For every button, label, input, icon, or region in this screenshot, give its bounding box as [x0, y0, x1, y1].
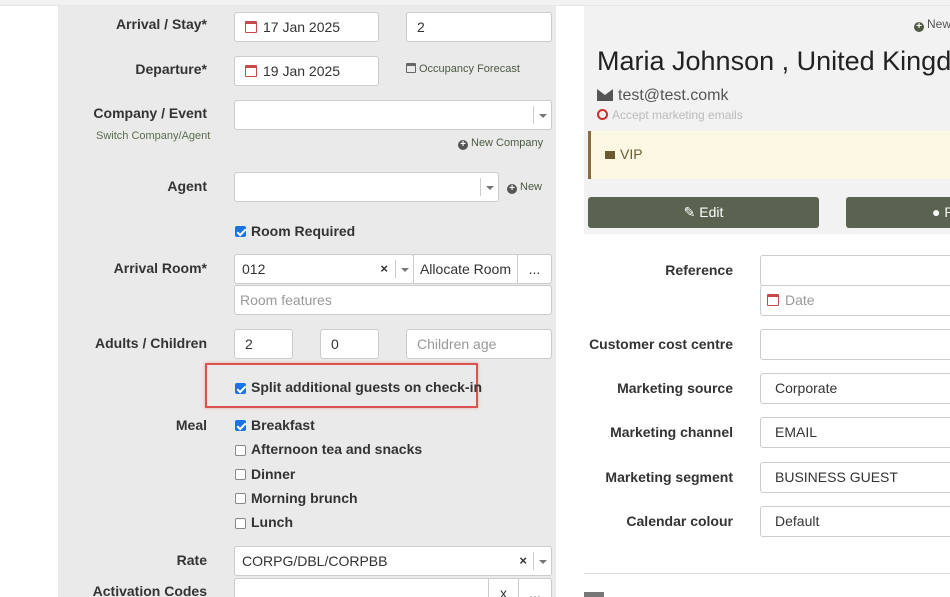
- guest-panel: + New Maria Johnson , United Kingd test@t…: [584, 6, 950, 597]
- clear-icon[interactable]: ×: [380, 255, 388, 283]
- arrival-room-label: Arrival Room*: [113, 260, 207, 276]
- chevron-down-icon: [533, 552, 551, 570]
- cost-centre-input[interactable]: [760, 329, 950, 360]
- edit-guest-button[interactable]: ✎ Edit: [588, 197, 819, 228]
- chevron-down-icon: [480, 178, 498, 196]
- split-guests-label: Split additional guests on check-in: [251, 379, 483, 395]
- ban-icon: [597, 109, 608, 120]
- meal-afternoon-tea-label: Afternoon tea and snacks: [251, 441, 423, 457]
- section-divider: [584, 573, 950, 574]
- pencil-icon: ✎: [683, 204, 696, 220]
- marketing-channel-label: Marketing channel: [610, 424, 733, 440]
- children-age-input[interactable]: Children age: [406, 329, 552, 359]
- calendar-icon: [767, 294, 779, 306]
- meal-lunch-label: Lunch: [251, 514, 293, 530]
- booking-form-panel: Arrival / Stay* 17 Jan 2025 2 Departure*…: [58, 6, 556, 597]
- calendar-colour-label: Calendar colour: [626, 513, 733, 529]
- marketing-source-select[interactable]: Corporate: [760, 373, 950, 404]
- plus-circle-icon: +: [914, 22, 924, 32]
- calendar-icon: [245, 21, 257, 33]
- activation-more-button[interactable]: ...: [518, 578, 552, 597]
- meal-afternoon-tea-checkbox[interactable]: [235, 445, 246, 456]
- adults-children-label: Adults / Children: [95, 335, 207, 351]
- new-agent-link[interactable]: + New: [507, 181, 542, 194]
- arrival-label: Arrival / Stay*: [115, 16, 207, 32]
- marketing-channel-select[interactable]: EMAIL: [760, 417, 950, 448]
- activation-codes-label: Activation Codes: [92, 583, 207, 597]
- marketing-segment-select[interactable]: BUSINESS GUEST: [760, 462, 950, 493]
- clear-icon[interactable]: ×: [519, 547, 527, 575]
- section-icon: [584, 592, 604, 597]
- accept-marketing-status: Accept marketing emails: [597, 108, 743, 122]
- activation-clear-button[interactable]: x: [488, 578, 519, 597]
- meal-breakfast-label: Breakfast: [251, 417, 315, 433]
- marketing-source-label: Marketing source: [617, 380, 733, 396]
- meal-breakfast-checkbox[interactable]: [235, 420, 246, 431]
- rate-label: Rate: [176, 552, 207, 568]
- meal-brunch-checkbox[interactable]: [235, 493, 246, 504]
- meal-dinner-label: Dinner: [251, 466, 296, 482]
- reference-input[interactable]: [760, 255, 950, 286]
- profile-button[interactable]: ● P: [846, 197, 950, 228]
- calendar-icon: [245, 65, 257, 77]
- calendar-colour-select[interactable]: Default: [760, 506, 950, 537]
- reference-date-input[interactable]: Date: [760, 285, 950, 316]
- rate-select[interactable]: CORPG/DBL/CORPBB ×: [234, 546, 552, 576]
- chevron-down-icon: [533, 106, 551, 124]
- guest-name: Maria Johnson , United Kingd: [597, 46, 950, 76]
- meal-lunch-checkbox[interactable]: [235, 518, 246, 529]
- agent-select[interactable]: [234, 172, 499, 202]
- split-guests-checkbox[interactable]: [235, 383, 246, 394]
- guest-email[interactable]: test@test.comk: [597, 87, 729, 105]
- room-required-checkbox[interactable]: [235, 226, 246, 237]
- flag-icon: [605, 151, 615, 159]
- new-guest-link[interactable]: + New: [914, 17, 950, 32]
- room-more-button[interactable]: ...: [517, 254, 552, 284]
- reference-label: Reference: [665, 262, 733, 278]
- guest-header: + New Maria Johnson , United Kingd test@t…: [584, 6, 950, 234]
- company-label: Company / Event: [93, 105, 207, 121]
- vip-label: VIP: [605, 146, 643, 162]
- activation-codes-input[interactable]: [234, 578, 489, 597]
- room-features-input[interactable]: Room features: [234, 285, 552, 315]
- meal-label: Meal: [175, 417, 207, 433]
- company-select[interactable]: [234, 100, 552, 130]
- stay-nights-input[interactable]: 2: [406, 12, 552, 42]
- switch-company-link[interactable]: Switch Company/Agent: [96, 130, 210, 142]
- arrival-date-input[interactable]: 17 Jan 2025: [234, 12, 379, 42]
- agent-label: Agent: [167, 178, 207, 194]
- adults-input[interactable]: 2: [234, 329, 293, 359]
- marketing-segment-label: Marketing segment: [605, 469, 733, 485]
- allocate-room-button[interactable]: Allocate Room: [413, 254, 518, 284]
- vip-alert: VIP: [588, 131, 950, 179]
- meal-dinner-checkbox[interactable]: [235, 469, 246, 480]
- calendar-icon: [406, 63, 416, 73]
- meal-brunch-label: Morning brunch: [251, 490, 358, 506]
- plus-circle-icon: +: [507, 184, 517, 194]
- plus-circle-icon: +: [458, 140, 468, 150]
- envelope-icon: [597, 89, 613, 101]
- departure-label: Departure*: [135, 61, 207, 77]
- occupancy-forecast-link[interactable]: Occupancy Forecast: [406, 63, 520, 75]
- new-company-link[interactable]: + New Company: [458, 137, 543, 150]
- user-icon: ●: [932, 204, 941, 220]
- cost-centre-label: Customer cost centre: [589, 336, 733, 352]
- departure-date-input[interactable]: 19 Jan 2025: [234, 56, 379, 86]
- chevron-down-icon: [395, 260, 413, 278]
- arrival-room-select[interactable]: 012 ×: [234, 254, 414, 284]
- room-required-label: Room Required: [251, 223, 356, 239]
- children-input[interactable]: 0: [320, 329, 379, 359]
